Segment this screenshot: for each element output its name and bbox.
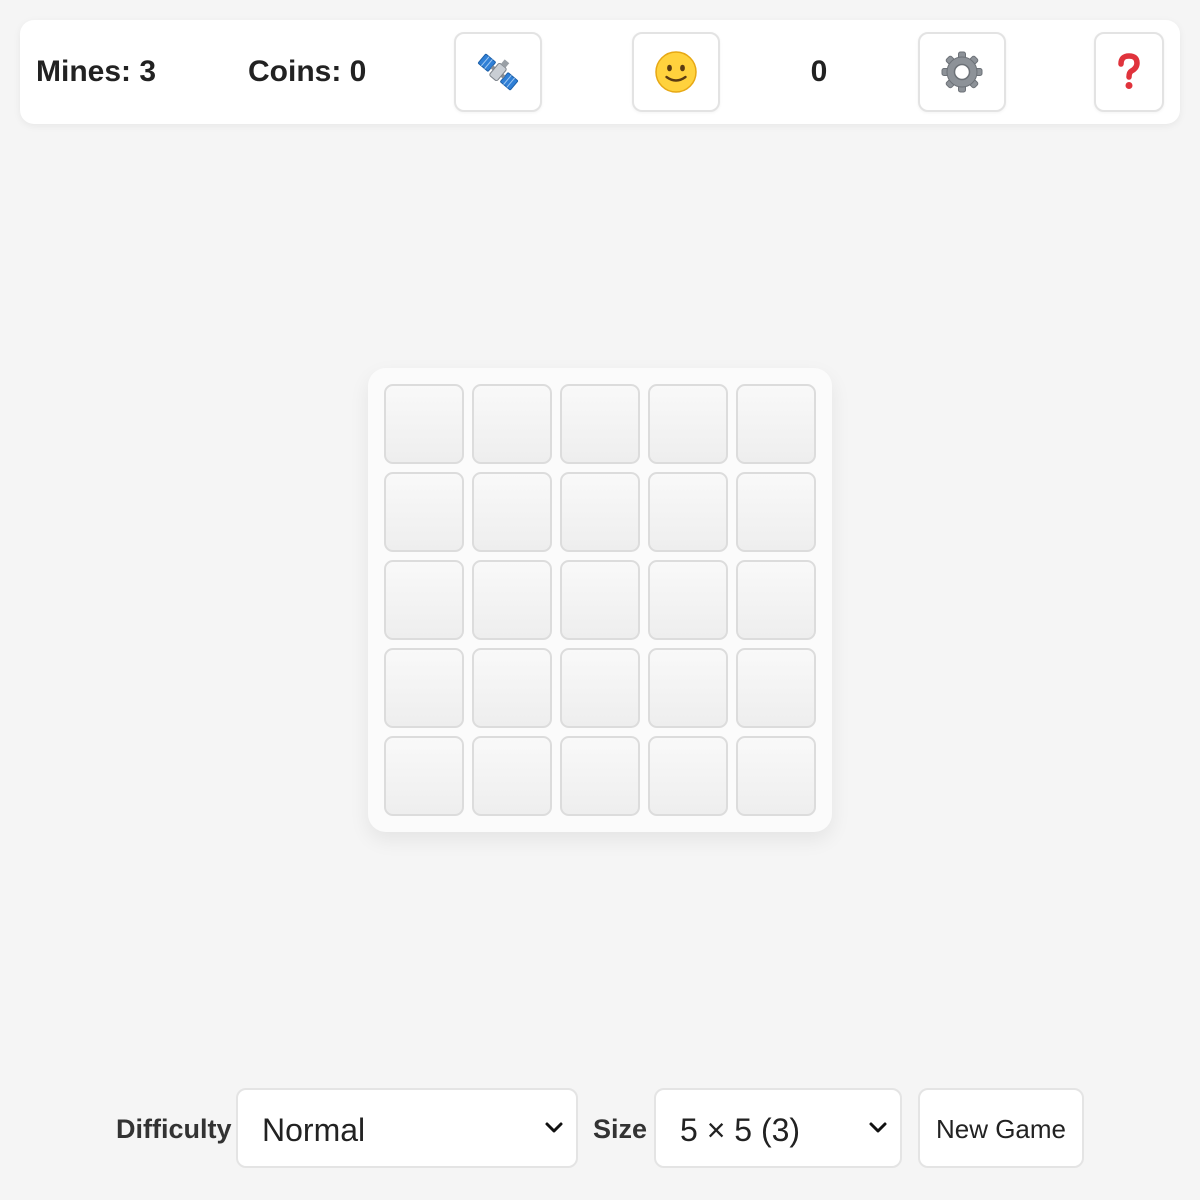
board-cell[interactable] [648, 560, 728, 640]
board-cell[interactable] [560, 736, 640, 816]
board-cell[interactable] [648, 384, 728, 464]
settings-button[interactable] [918, 32, 1006, 112]
gear-icon [940, 50, 984, 94]
board-cell[interactable] [560, 384, 640, 464]
board-cell[interactable] [384, 384, 464, 464]
board-cell[interactable] [736, 648, 816, 728]
board-cell[interactable] [648, 648, 728, 728]
coins-counter: Coins: 0 [248, 55, 367, 88]
board-cell[interactable] [384, 648, 464, 728]
board-cell[interactable] [736, 472, 816, 552]
board-cell[interactable] [648, 472, 728, 552]
help-button[interactable] [1094, 32, 1164, 112]
board-cell[interactable] [560, 560, 640, 640]
board-cell[interactable] [736, 384, 816, 464]
controls-bar: Difficulty Normal Size 5 × 5 (3) New Gam… [0, 1088, 1200, 1168]
smiley-face-icon [654, 50, 698, 94]
board-cell[interactable] [736, 736, 816, 816]
game-board [368, 368, 832, 832]
question-mark-icon [1114, 52, 1144, 92]
board-cell[interactable] [560, 648, 640, 728]
board-cell[interactable] [384, 560, 464, 640]
satellite-button[interactable] [454, 32, 542, 112]
size-label: Size [593, 1114, 648, 1144]
size-value: 5 × 5 (3) [680, 1112, 801, 1148]
board-cell[interactable] [384, 736, 464, 816]
difficulty-select[interactable]: Normal [236, 1088, 578, 1168]
board-cell[interactable] [736, 560, 816, 640]
size-select[interactable]: 5 × 5 (3) [654, 1088, 902, 1168]
face-button[interactable] [632, 32, 720, 112]
timer-display: 0 [810, 55, 828, 88]
chevron-down-icon [868, 1120, 888, 1141]
board-cell[interactable] [560, 472, 640, 552]
satellite-icon [475, 49, 521, 95]
difficulty-value: Normal [262, 1112, 366, 1148]
new-game-button[interactable]: New Game [918, 1088, 1084, 1168]
board-cell[interactable] [472, 560, 552, 640]
chevron-down-icon [544, 1120, 564, 1141]
board-cell[interactable] [384, 472, 464, 552]
board-cell[interactable] [472, 736, 552, 816]
board-cell[interactable] [472, 472, 552, 552]
board-cell[interactable] [472, 384, 552, 464]
board-cell[interactable] [648, 736, 728, 816]
mines-counter: Mines: 3 [36, 55, 157, 88]
difficulty-label: Difficulty [116, 1114, 232, 1144]
board-cell[interactable] [472, 648, 552, 728]
top-bar: Mines: 3 Coins: 0 0 [20, 20, 1180, 124]
